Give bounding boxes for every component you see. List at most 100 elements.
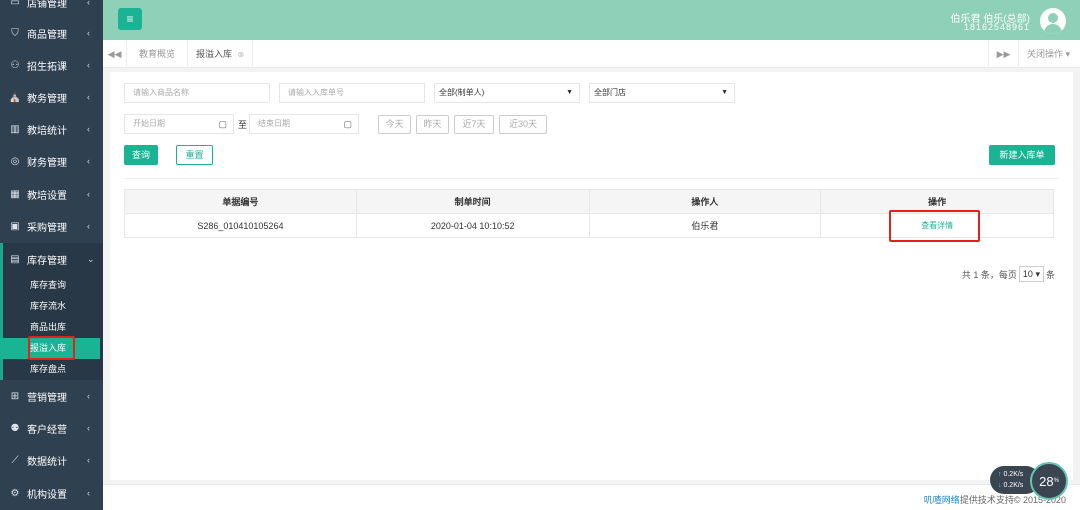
tab-label: 教育概览 [139,49,176,59]
sidebar-item-label: 店铺管理 [27,0,67,10]
store-select[interactable]: 全部门店 ▼ [589,83,735,103]
sidebar-item-academic[interactable]: ⛪ 教务管理 ‹ [0,81,103,113]
menu-toggle-button[interactable]: ≡ [118,8,142,30]
chevron-left-icon: ‹ [87,455,90,465]
hamburger-icon: ≡ [126,12,134,26]
sidebar-item-label: 招生拓课 [27,61,67,73]
sidebar-item-label: 营销管理 [27,392,67,404]
chevron-down-icon: ⌄ [87,253,95,264]
creator-select-value: 全部(制单人) [439,88,485,97]
sidebar-item-training-settings[interactable]: ▦ 教培设置 ‹ [0,178,103,210]
chevron-left-icon: ‹ [87,28,90,38]
apps-icon: ⊞ [10,390,20,402]
close-ops-label: 关闭操作 [1027,49,1064,59]
today-button[interactable]: 今天 [378,115,411,134]
start-date-input[interactable]: 开始日期 ▢ [124,114,234,134]
tab-education-overview[interactable]: 教育概览 [131,40,183,68]
graduation-cap-icon: ⛪ [8,91,22,103]
pagination: 共 1 条，每页 10 ▾ 条 [962,266,1055,282]
sidebar-item-purchasing[interactable]: ▣ 采购管理 ‹ [0,210,103,242]
end-date-placeholder: 结束日期 [258,119,290,128]
user-icon: ⚇ [10,59,20,71]
chevron-left-icon: ‹ [87,221,90,231]
reset-button[interactable]: 重置 [176,145,213,165]
chevron-left-icon: ‹ [87,92,90,102]
highlight-box [28,336,75,360]
search-button[interactable]: 查询 [124,145,158,165]
page-size-select[interactable]: 10 ▾ [1018,266,1044,282]
tabs-scroll-right-button[interactable]: ▶▶ [988,40,1018,68]
page-tabs-bar: ◀◀ 教育概览 报溢入库 ⊗ ▶▶ 关闭操作 ▾ [103,40,1080,68]
sidebar-item-enrollment[interactable]: ⚇ 招生拓课 ‹ [0,49,103,81]
end-date-input[interactable]: 结束日期 ▢ [249,114,359,134]
sidebar-item-label: 教务管理 [27,93,67,105]
sidebar-item-marketing[interactable]: ⊞ 营销管理 ‹ [0,380,103,412]
highlight-box [889,210,980,242]
tab-overflow-inbound[interactable]: 报溢入库 ⊗ [187,40,254,68]
close-tab-icon[interactable]: ⊗ [238,50,245,59]
creator-select[interactable]: 全部(制单人) ▼ [434,83,580,103]
sidebar-item-store[interactable]: ▭ 店铺管理 ‹ [0,0,103,18]
bag-icon: ⛉ [11,27,19,39]
footer-brand-link[interactable]: 叽喳网络 [924,495,960,505]
submenu-item-outbound[interactable]: 商品出库 [0,317,100,338]
sidebar-item-label: 机构设置 [27,489,67,501]
submenu-item-stocktake[interactable]: 库存盘点 [0,359,100,380]
top-header: ≡ 伯乐君 伯乐(总部) 18162548961 [103,0,1080,40]
sidebar-item-products[interactable]: ⛉ 商品管理 ‹ [0,17,103,49]
cell-created-time: 2020-01-04 10:10:52 [355,213,590,238]
network-speed-widget[interactable]: ↑ 0.2K/s ↓ 0.2K/s 28% [990,462,1070,500]
sidebar-item-label: 财务管理 [27,157,67,169]
chevron-left-icon: ‹ [87,0,90,7]
tabs-scroll-left-button[interactable]: ◀◀ [103,40,127,68]
sidebar-item-label: 库存管理 [27,255,67,267]
sidebar-item-org-settings[interactable]: ⚙ 机构设置 ‹ [0,477,103,509]
customers-icon: ⚉ [10,422,20,434]
last-30-days-button[interactable]: 近30天 [499,115,547,134]
chevron-left-icon: ‹ [87,423,90,433]
start-date-placeholder: 开始日期 [133,119,165,128]
order-no-input[interactable]: 请输入入库单号 [279,83,425,103]
sidebar-item-label: 客户经营 [27,424,67,436]
product-name-input[interactable]: 请输入商品名称 [124,83,270,103]
sidebar-item-training-stats[interactable]: ▥ 教培统计 ‹ [0,113,103,145]
column-header-created-time: 制单时间 [355,189,590,214]
sidebar-item-label: 采购管理 [27,222,67,234]
store-icon: ▭ [10,0,20,8]
cell-doc-no: S286_010410105264 [124,213,357,238]
sidebar-item-customers[interactable]: ⚉ 客户经营 ‹ [0,412,103,444]
page-size-value: 10 [1022,269,1033,279]
yesterday-button[interactable]: 昨天 [416,115,449,134]
chevron-left-icon: ‹ [87,156,90,166]
usage-percent: 28 [1039,473,1054,489]
footer: 叽喳网络提供技术支持© 2015-2020 [103,484,1080,510]
sidebar-item-label: 教培设置 [27,190,67,202]
usage-percent-unit: % [1053,478,1059,484]
double-chevron-right-icon: ▶▶ [996,48,1011,59]
upload-unit: K/s [1013,471,1024,478]
sidebar-item-finance[interactable]: ◎ 财务管理 ‹ [0,145,103,177]
double-chevron-left-icon: ◀◀ [107,48,122,59]
sidebar-item-label: 数据统计 [27,456,67,468]
submenu-item-stock-query[interactable]: 库存查询 [0,275,100,296]
avatar[interactable] [1040,8,1066,34]
divider [124,178,1059,179]
arrow-up-icon: ↑ [998,471,1002,478]
cell-operator: 伯乐君 [588,213,822,238]
arrow-down-icon: ↓ [998,482,1002,489]
close-operations-dropdown[interactable]: 关闭操作 ▾ [1018,40,1080,68]
sidebar-item-data-stats[interactable]: ⟋ 数据统计 ‹ [0,444,103,476]
memory-usage-gauge: 28% [1030,462,1068,500]
download-unit: K/s [1013,482,1024,489]
store-select-value: 全部门店 [594,88,626,97]
submenu-item-stock-flow[interactable]: 库存流水 [0,296,100,317]
grid-icon: ▦ [10,188,20,200]
settings-icon: ⚙ [10,487,20,499]
money-icon: ◎ [10,155,20,167]
last-7-days-button[interactable]: 近7天 [454,115,494,134]
sidebar-item-inventory[interactable]: ▤ 库存管理 ⌄ [0,243,103,275]
calendar-icon: ▢ [343,119,352,129]
new-inbound-order-button[interactable]: 新建入库单 [989,145,1055,165]
chevron-left-icon: ‹ [87,391,90,401]
sidebar-item-label: 教培统计 [27,125,67,137]
